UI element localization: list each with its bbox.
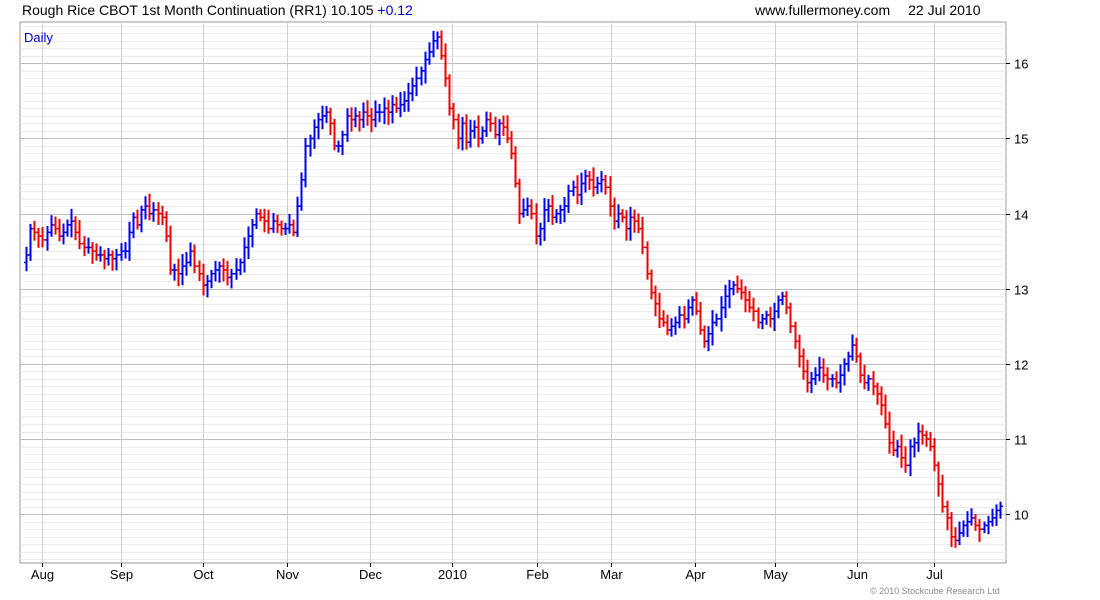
- x-tick-label: 2010: [438, 567, 467, 582]
- x-tick-label: Feb: [526, 567, 548, 582]
- x-tick-label: Jul: [926, 567, 943, 582]
- x-tick-label: Sep: [110, 567, 133, 582]
- y-tick-label: 16: [1014, 57, 1028, 72]
- plot-frame: [19, 21, 1007, 564]
- y-tick-label: 12: [1014, 358, 1028, 373]
- y-tick-label: 11: [1014, 433, 1028, 448]
- x-tick-label: Nov: [276, 567, 300, 582]
- x-tick-label: Mar: [600, 567, 623, 582]
- interval-label: Daily: [24, 30, 53, 45]
- x-tick-label: May: [763, 567, 788, 582]
- x-tick-label: Oct: [193, 567, 214, 582]
- copyright-notice: © 2010 Stockcube Research Ltd: [870, 586, 1000, 596]
- ohlc-chart: 10 11 12 13 14 15 16 Aug Sep Oct Nov Dec 2010 Feb Mar A…: [19, 21, 1028, 582]
- x-tick-label: Apr: [685, 567, 706, 582]
- x-tick-label: Dec: [359, 567, 383, 582]
- x-tick-label: Jun: [847, 567, 868, 582]
- y-tick-label: 14: [1014, 208, 1028, 223]
- y-tick-label: 15: [1014, 132, 1028, 147]
- y-tick-label: 10: [1014, 508, 1028, 523]
- x-tick-label: Aug: [31, 567, 54, 582]
- y-tick-label: 13: [1014, 283, 1028, 298]
